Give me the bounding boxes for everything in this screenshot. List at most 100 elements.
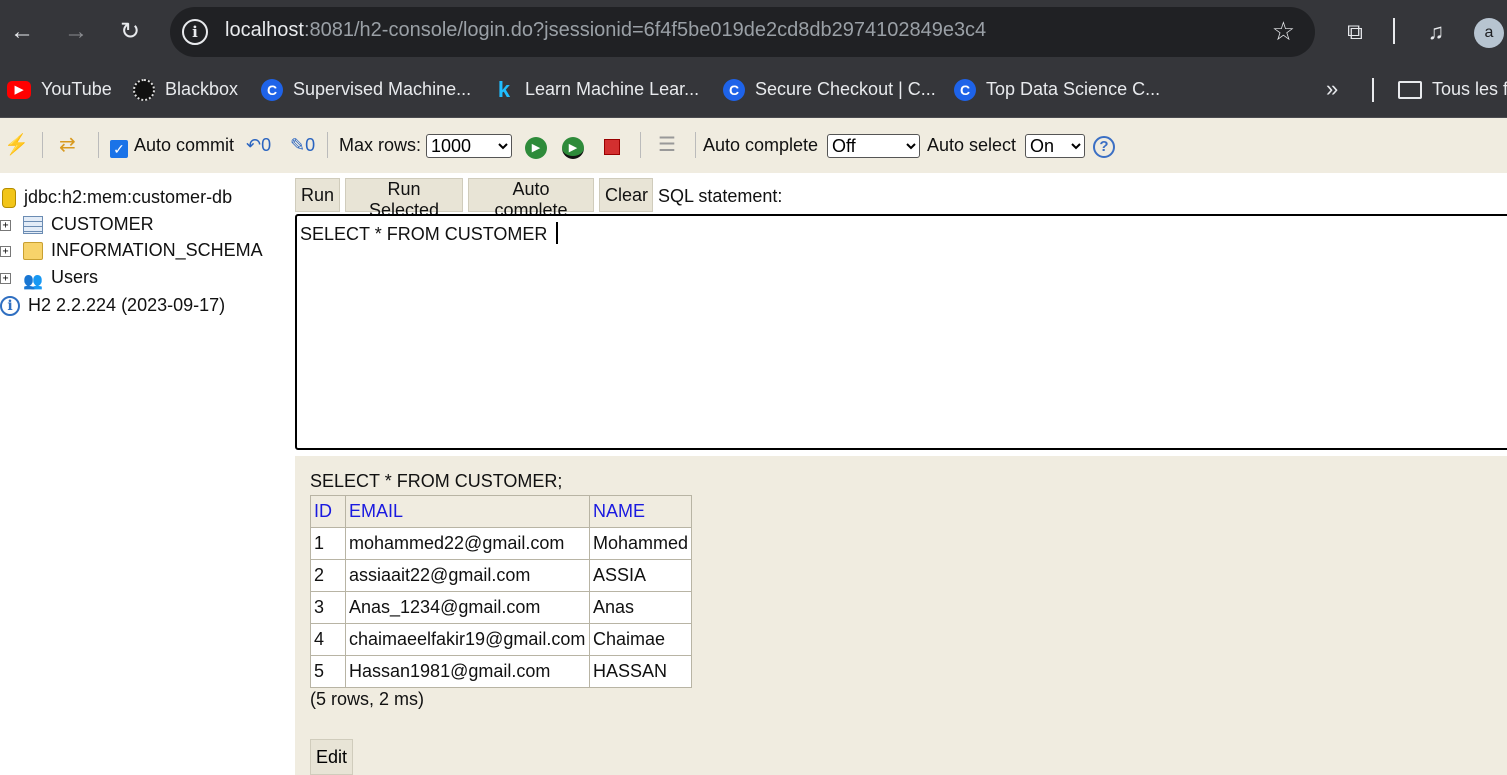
more-bookmarks-icon[interactable]: »: [1326, 76, 1338, 102]
tree-item-information-schema[interactable]: + INFORMATION_SCHEMA: [0, 237, 263, 263]
toolbar-separator: [695, 132, 696, 158]
cell-name: Chaimae: [588, 623, 693, 656]
stop-icon[interactable]: [604, 137, 620, 161]
table-header-row: ID EMAIL NAME: [310, 495, 693, 528]
connection-node[interactable]: jdbc:h2:mem:customer-db: [2, 184, 232, 210]
bookmark-label: Supervised Machine...: [293, 79, 472, 99]
clear-button[interactable]: Clear: [599, 178, 653, 212]
address-bar[interactable]: i localhost:8081/h2-console/login.do?jse…: [170, 7, 1315, 57]
browser-toolbar: ← → ↻ i localhost:8081/h2-console/login.…: [0, 0, 1507, 64]
auto-commit-label: Auto commit: [134, 135, 235, 155]
tree-item-customer[interactable]: + CUSTOMER: [0, 211, 154, 237]
reload-icon[interactable]: ↻: [112, 14, 148, 50]
run-selected-button[interactable]: Run Selected: [345, 178, 463, 220]
bookmark-label: Tous les f: [1432, 79, 1507, 99]
cell-id: 3: [310, 591, 346, 624]
bookmark-youtube[interactable]: ▶ YouTube: [7, 76, 112, 102]
site-info-icon[interactable]: i: [182, 19, 208, 45]
table-row: 4 chaimaeelfakir19@gmail.com Chaimae: [310, 623, 693, 656]
table-row: 3 Anas_1234@gmail.com Anas: [310, 591, 693, 624]
cell-name: Mohammed: [588, 527, 693, 560]
blackbox-icon: [133, 79, 155, 102]
tree-item-label: CUSTOMER: [51, 214, 154, 234]
auto-select-select[interactable]: On: [1025, 134, 1085, 158]
auto-complete-button[interactable]: Auto complete: [468, 178, 594, 220]
max-rows-select[interactable]: 1000: [426, 134, 512, 158]
bookmark-learn-ml[interactable]: k Learn Machine Lear...: [493, 76, 699, 102]
cell-email: Hassan1981@gmail.com: [345, 655, 590, 688]
tree-item-users[interactable]: + 👥 Users: [0, 264, 98, 290]
expand-icon[interactable]: +: [0, 272, 11, 284]
forward-arrow-icon[interactable]: →: [58, 14, 94, 50]
result-table: ID EMAIL NAME 1 mohammed22@gmail.com Moham…: [310, 495, 693, 688]
cell-name: ASSIA: [588, 559, 693, 592]
h2-toolbar: ⚡ ⇄ ✓ Auto commit ↶0 ✎0 Max rows: 1000 ▶ …: [0, 118, 1507, 173]
toolbar-separator: [640, 132, 641, 158]
tree-item-label: Users: [51, 267, 99, 287]
all-bookmarks-folder[interactable]: Tous les f: [1398, 76, 1507, 102]
profile-avatar[interactable]: a: [1474, 18, 1504, 48]
toolbar-separator: [98, 132, 99, 158]
max-rows-label: Max rows:: [339, 135, 422, 155]
version-node: i H2 2.2.224 (2023-09-17): [0, 292, 225, 318]
table-row: 2 assiaait22@gmail.com ASSIA: [310, 559, 693, 592]
rollback-icon[interactable]: ↶0: [246, 133, 271, 157]
disconnect-icon[interactable]: ⚡: [4, 133, 29, 157]
expand-icon[interactable]: +: [0, 219, 11, 231]
schema-tree: jdbc:h2:mem:customer-db + CUSTOMER + INFOR…: [0, 173, 295, 775]
column-header-name[interactable]: NAME: [588, 495, 693, 528]
bookmark-label: Secure Checkout | C...: [755, 79, 936, 99]
result-statement: SELECT * FROM CUSTOMER;: [310, 471, 563, 491]
bookmark-star-icon[interactable]: ☆: [1272, 16, 1295, 47]
sql-statement-label: SQL statement:: [658, 186, 783, 206]
connection-label: jdbc:h2:mem:customer-db: [24, 187, 233, 207]
folder-icon: [23, 242, 43, 261]
table-row: 5 Hassan1981@gmail.com HASSAN: [310, 655, 693, 688]
media-playlist-icon[interactable]: ♫: [1418, 14, 1454, 50]
run-button[interactable]: Run: [295, 178, 340, 212]
help-icon[interactable]: ?: [1093, 133, 1115, 158]
bookmark-secure-checkout[interactable]: C Secure Checkout | C...: [723, 76, 936, 102]
bookmark-blackbox[interactable]: Blackbox: [133, 76, 238, 102]
auto-complete-label: Auto complete: [703, 135, 819, 155]
column-header-email[interactable]: EMAIL: [345, 495, 590, 528]
column-header-id[interactable]: ID: [310, 495, 346, 528]
toolbar-separator: [327, 132, 328, 158]
cell-id: 1: [310, 527, 346, 560]
edit-button[interactable]: Edit: [310, 739, 354, 775]
users-icon: 👥: [23, 273, 43, 291]
table-icon: [23, 216, 43, 235]
sql-editor[interactable]: SELECT * FROM CUSTOMER: [295, 214, 1507, 450]
result-summary: (5 rows, 2 ms): [310, 689, 425, 709]
c-site-icon: C: [954, 79, 976, 102]
cell-email: Anas_1234@gmail.com: [345, 591, 590, 624]
sql-text[interactable]: SELECT * FROM CUSTOMER: [300, 224, 552, 244]
c-site-icon: C: [723, 79, 745, 102]
bookmark-label: Blackbox: [165, 79, 239, 99]
database-icon: [2, 188, 16, 209]
bookmark-top-data-science[interactable]: C Top Data Science C...: [954, 76, 1160, 102]
url-host: localhost: [225, 19, 304, 41]
text-cursor: [556, 222, 559, 244]
history-icon[interactable]: ☰: [658, 133, 676, 157]
bookmark-supervised-ml[interactable]: C Supervised Machine...: [261, 76, 471, 102]
bookmark-label: YouTube: [41, 79, 112, 99]
extensions-icon[interactable]: ⧉: [1337, 14, 1373, 50]
cell-email: assiaait22@gmail.com: [345, 559, 590, 592]
bookmark-label: Top Data Science C...: [986, 79, 1161, 99]
auto-complete-select[interactable]: Off: [827, 134, 920, 158]
commit-icon[interactable]: ✎0: [290, 133, 315, 157]
cell-id: 5: [310, 655, 346, 688]
expand-icon[interactable]: +: [0, 245, 11, 257]
url-text[interactable]: localhost:8081/h2-console/login.do?jsess…: [225, 19, 986, 42]
refresh-icon[interactable]: ⇄: [59, 133, 76, 157]
bookmarks-divider: [1372, 78, 1374, 102]
checkbox-checked-icon[interactable]: ✓: [110, 140, 128, 158]
back-arrow-icon[interactable]: ←: [4, 14, 40, 50]
version-label: H2 2.2.224 (2023-09-17): [28, 295, 226, 315]
toolbar-separator: [42, 132, 43, 158]
run-selected-icon[interactable]: ▶: [562, 133, 584, 159]
c-site-icon: C: [261, 79, 283, 102]
auto-commit-checkbox[interactable]: ✓ Auto commit: [110, 133, 235, 158]
run-icon[interactable]: ▶: [525, 133, 547, 159]
